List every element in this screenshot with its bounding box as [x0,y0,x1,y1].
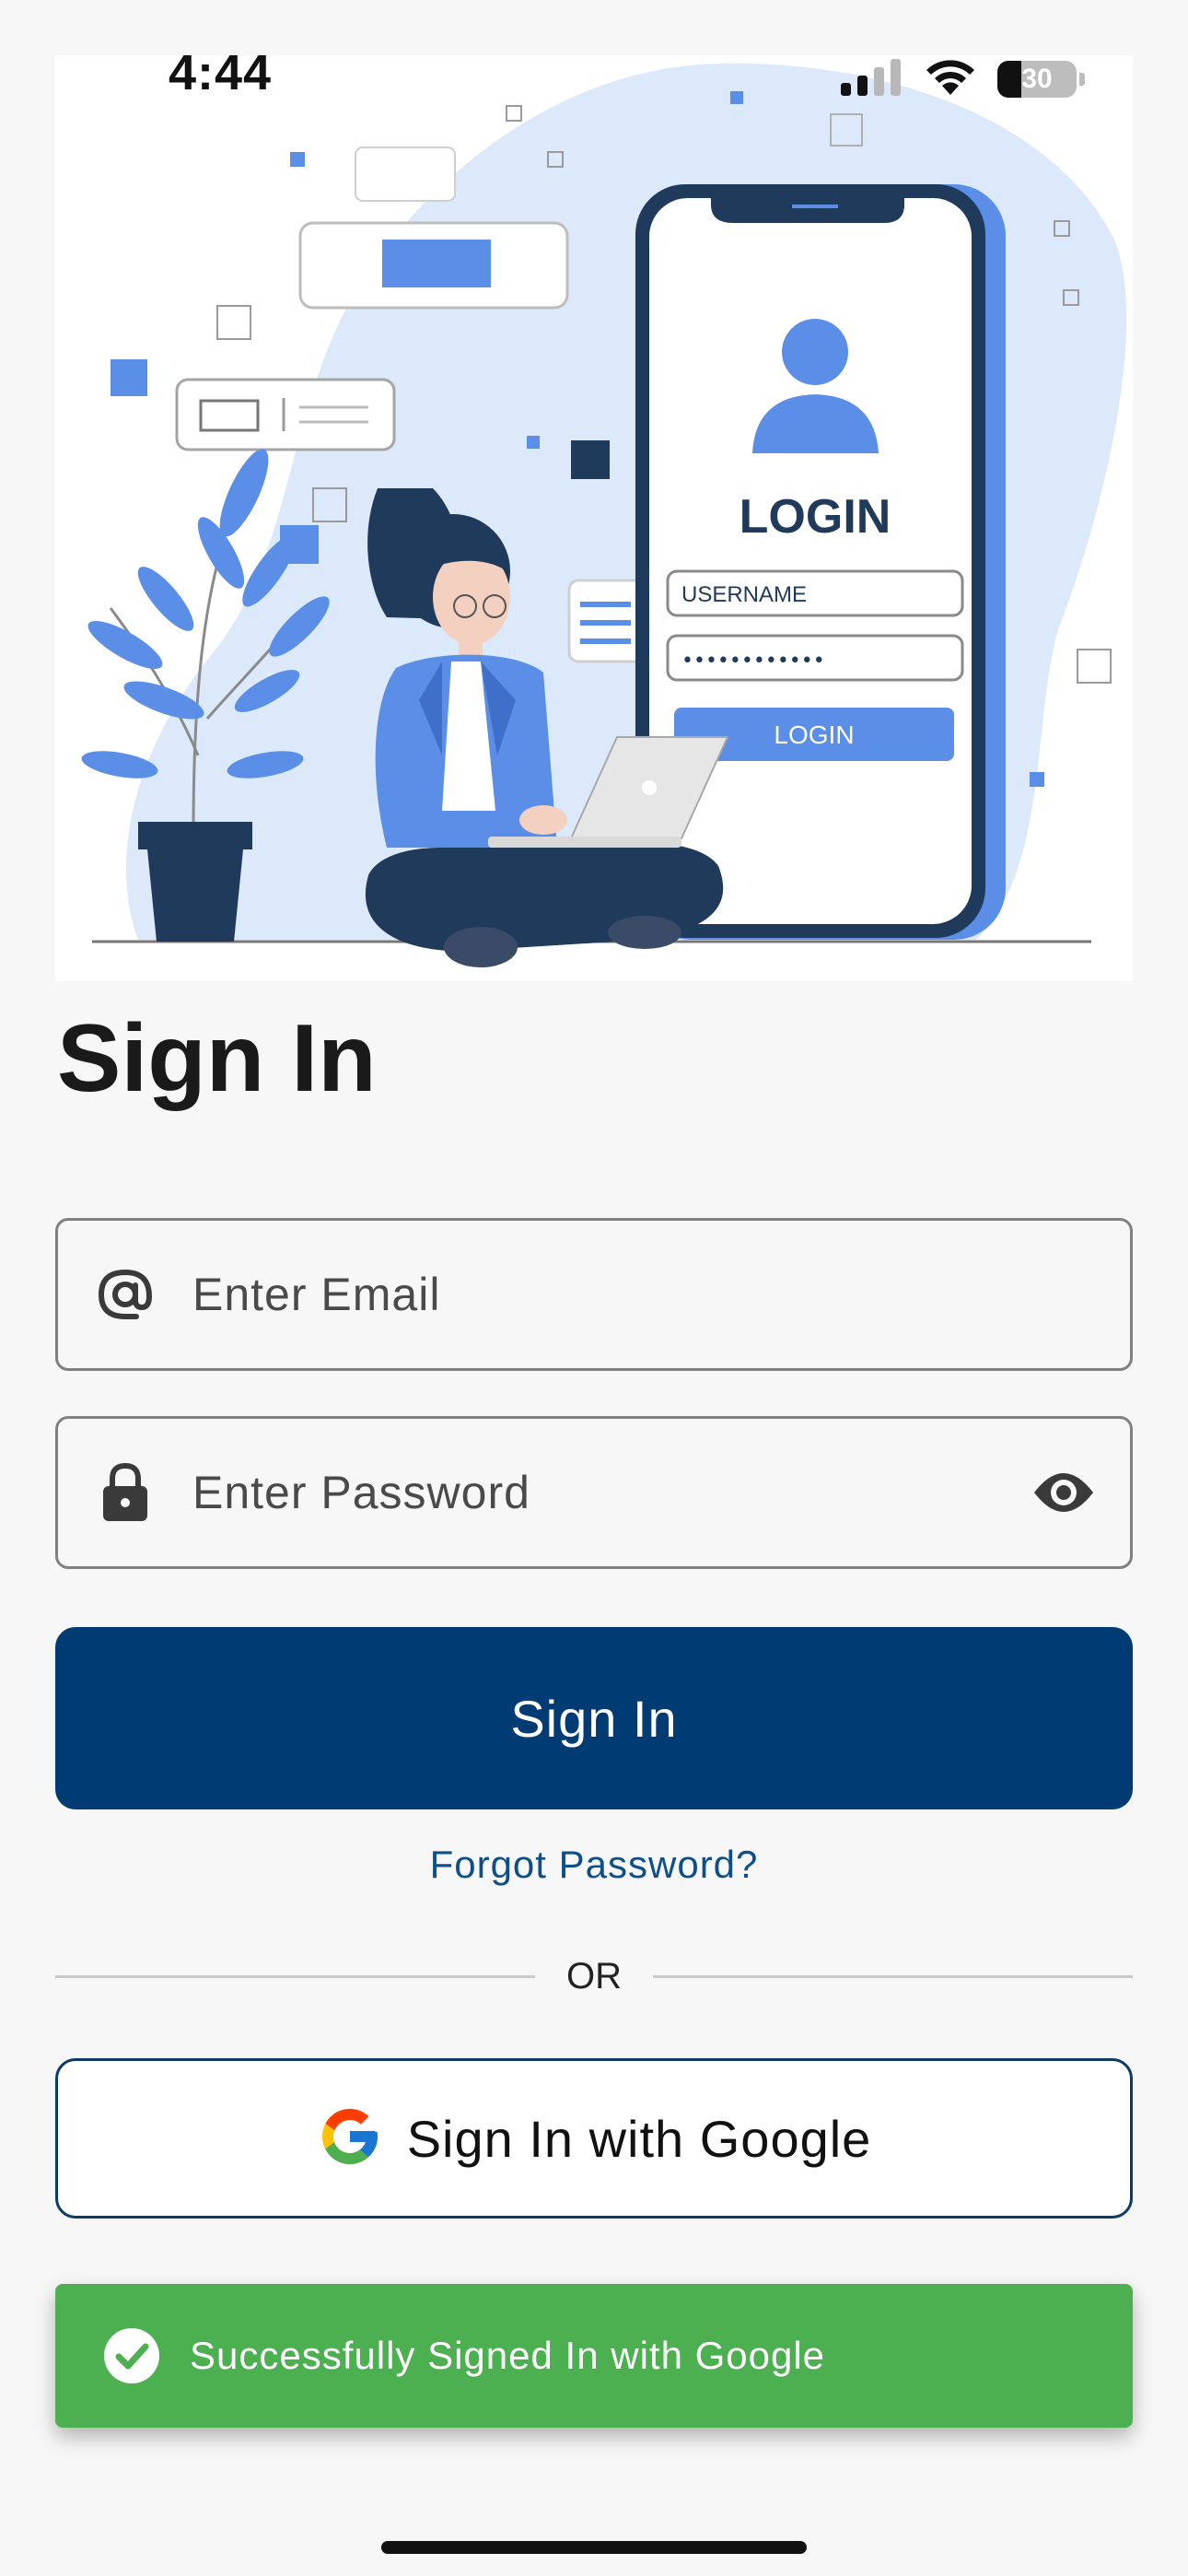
page-title: Sign In [57,1005,377,1112]
password-input[interactable] [191,1418,1027,1567]
google-sign-in-button[interactable]: Sign In with Google [55,2058,1133,2219]
login-illustration: LOGIN USERNAME •••••••••••• LOGIN [55,55,1133,981]
divider-text: OR [566,1955,622,1996]
check-circle-icon [103,2327,160,2384]
wifi-icon [924,58,977,101]
google-sign-in-label: Sign In with Google [406,2109,872,2168]
forgot-password-row: Forgot Password? [0,1843,1188,1887]
cellular-signal-icon [841,58,903,100]
battery-fill [997,61,1021,98]
snackbar-message: Successfully Signed In with Google [190,2334,826,2377]
success-snackbar: Successfully Signed In with Google [55,2284,1133,2428]
divider-line-left [55,1974,535,1978]
status-icons: 30 [841,58,1085,101]
home-indicator[interactable] [381,2541,807,2554]
forgot-password-link[interactable]: Forgot Password? [430,1843,759,1886]
illustration-password-mask: •••••••••••• [681,650,825,673]
at-sign-icon [93,1262,157,1327]
battery-body: 30 [997,61,1077,98]
google-logo-icon [317,2103,383,2174]
email-input[interactable] [191,1220,1130,1369]
email-field[interactable] [55,1218,1133,1371]
battery-icon: 30 [997,61,1085,98]
password-field[interactable] [55,1416,1133,1569]
battery-level: 30 [1021,64,1053,94]
or-divider: OR [55,1944,1133,2008]
battery-cap [1079,73,1085,86]
divider-line-right [653,1974,1133,1978]
illustration-login-title: LOGIN [740,490,891,544]
eye-icon[interactable] [1027,1456,1101,1529]
sign-in-button[interactable]: Sign In [55,1627,1133,1809]
lock-icon [93,1460,157,1525]
status-time: 4:44 [169,45,273,100]
status-bar: 4:44 30 [0,0,1188,157]
illustration-username-label: USERNAME [681,582,807,607]
illustration-login-button: LOGIN [774,720,854,749]
